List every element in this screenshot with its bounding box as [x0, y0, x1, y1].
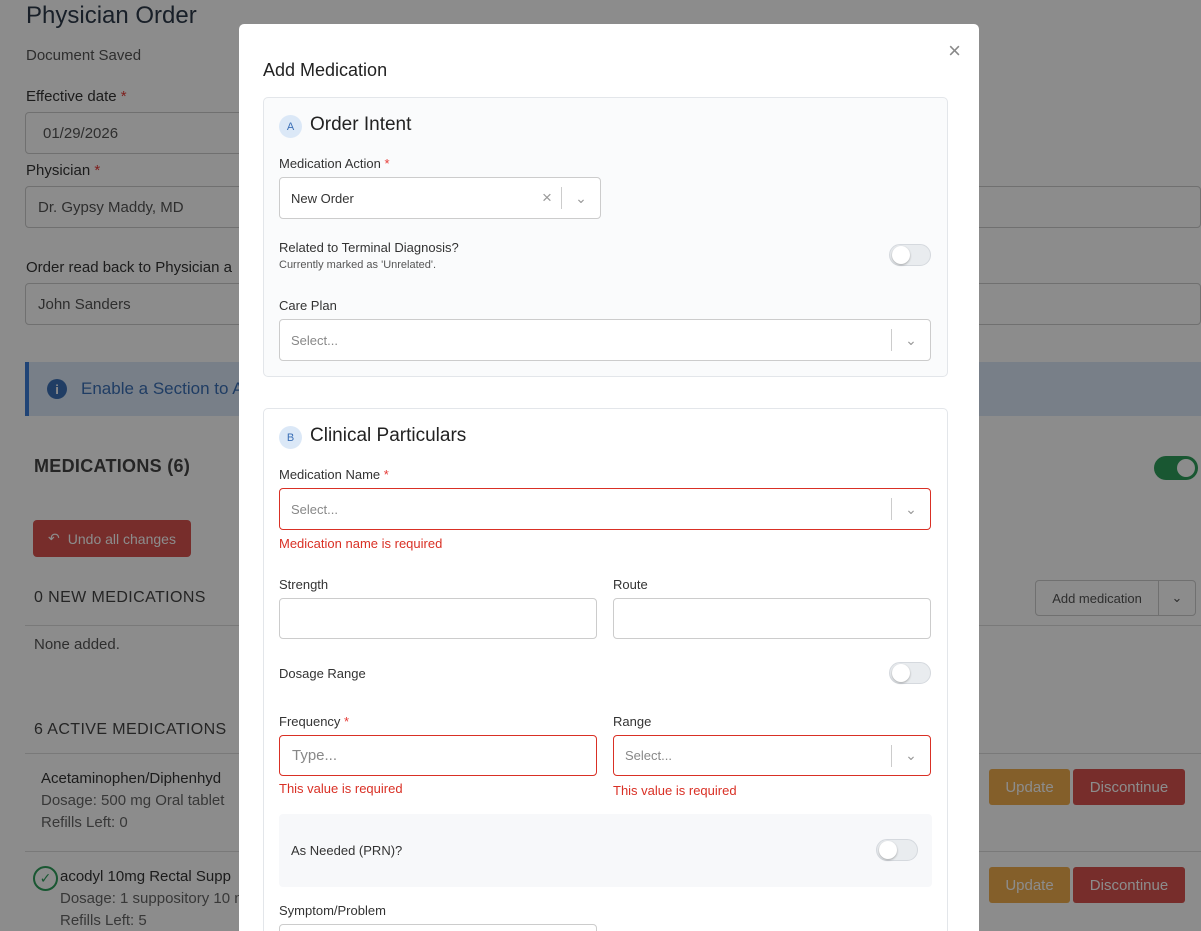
dosage-range-toggle[interactable] — [889, 662, 931, 684]
chevron-down-icon[interactable]: ⌄ — [562, 190, 600, 207]
medication-name-select[interactable]: Select... ⌄ — [279, 488, 931, 530]
strength-label: Strength — [279, 577, 329, 592]
chevron-down-icon[interactable]: ⌄ — [892, 747, 930, 764]
range-label: Range — [613, 714, 652, 729]
route-label: Route — [613, 577, 648, 592]
dosage-range-label: Dosage Range — [279, 666, 366, 681]
medication-action-select[interactable]: New Order × ⌄ — [279, 177, 601, 219]
terminal-diagnosis-toggle[interactable] — [889, 244, 931, 266]
terminal-diagnosis-note: Currently marked as 'Unrelated'. — [279, 259, 437, 271]
terminal-diagnosis-label: Related to Terminal Diagnosis? — [279, 240, 459, 255]
symptom-label: Symptom/Problem — [279, 903, 386, 918]
strength-input[interactable] — [279, 598, 597, 639]
route-input[interactable] — [613, 598, 931, 639]
clinical-particulars-card: B Clinical Particulars Medication Name *… — [263, 408, 948, 931]
section-title: Clinical Particulars — [310, 425, 467, 446]
range-select[interactable]: Select... ⌄ — [613, 735, 931, 776]
care-plan-label: Care Plan — [279, 298, 337, 313]
add-medication-modal: Add Medication × A Order Intent Medicati… — [239, 24, 979, 931]
medication-name-label: Medication Name * — [279, 467, 389, 482]
section-title: Order Intent — [310, 114, 412, 135]
prn-label: As Needed (PRN)? — [291, 843, 403, 858]
clear-icon[interactable]: × — [533, 188, 561, 208]
section-badge: A — [279, 115, 302, 138]
symptom-input[interactable] — [279, 924, 597, 931]
close-icon[interactable]: × — [948, 38, 961, 64]
chevron-down-icon[interactable]: ⌄ — [892, 332, 930, 349]
prn-toggle[interactable] — [876, 839, 918, 861]
range-error: This value is required — [613, 783, 737, 798]
care-plan-select[interactable]: Select... ⌄ — [279, 319, 931, 361]
medication-name-error: Medication name is required — [279, 536, 443, 551]
order-intent-card: A Order Intent Medication Action * New O… — [263, 97, 948, 377]
frequency-label: Frequency * — [279, 714, 350, 729]
chevron-down-icon[interactable]: ⌄ — [892, 501, 930, 518]
section-badge: B — [279, 426, 302, 449]
modal-title: Add Medication — [263, 60, 388, 80]
medication-action-label: Medication Action * — [279, 156, 390, 171]
frequency-error: This value is required — [279, 781, 403, 796]
frequency-input[interactable]: Type... — [279, 735, 597, 776]
prn-section: As Needed (PRN)? — [279, 814, 932, 887]
